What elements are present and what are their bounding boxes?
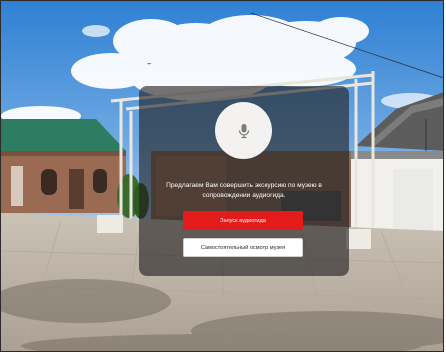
microphone-button[interactable]: [215, 102, 272, 159]
self-tour-button[interactable]: Самостоятельный осмотр музея: [183, 238, 303, 257]
audio-guide-dialog: Предлагаем Вам совершить экскурсию по му…: [139, 86, 349, 276]
start-audio-guide-button[interactable]: Запуск аудиогида: [183, 211, 303, 230]
microphone-icon: [238, 123, 249, 138]
app-frame: Предлагаем Вам совершить экскурсию по му…: [0, 0, 444, 352]
tour-prompt-text: Предлагаем Вам совершить экскурсию по му…: [166, 182, 322, 199]
